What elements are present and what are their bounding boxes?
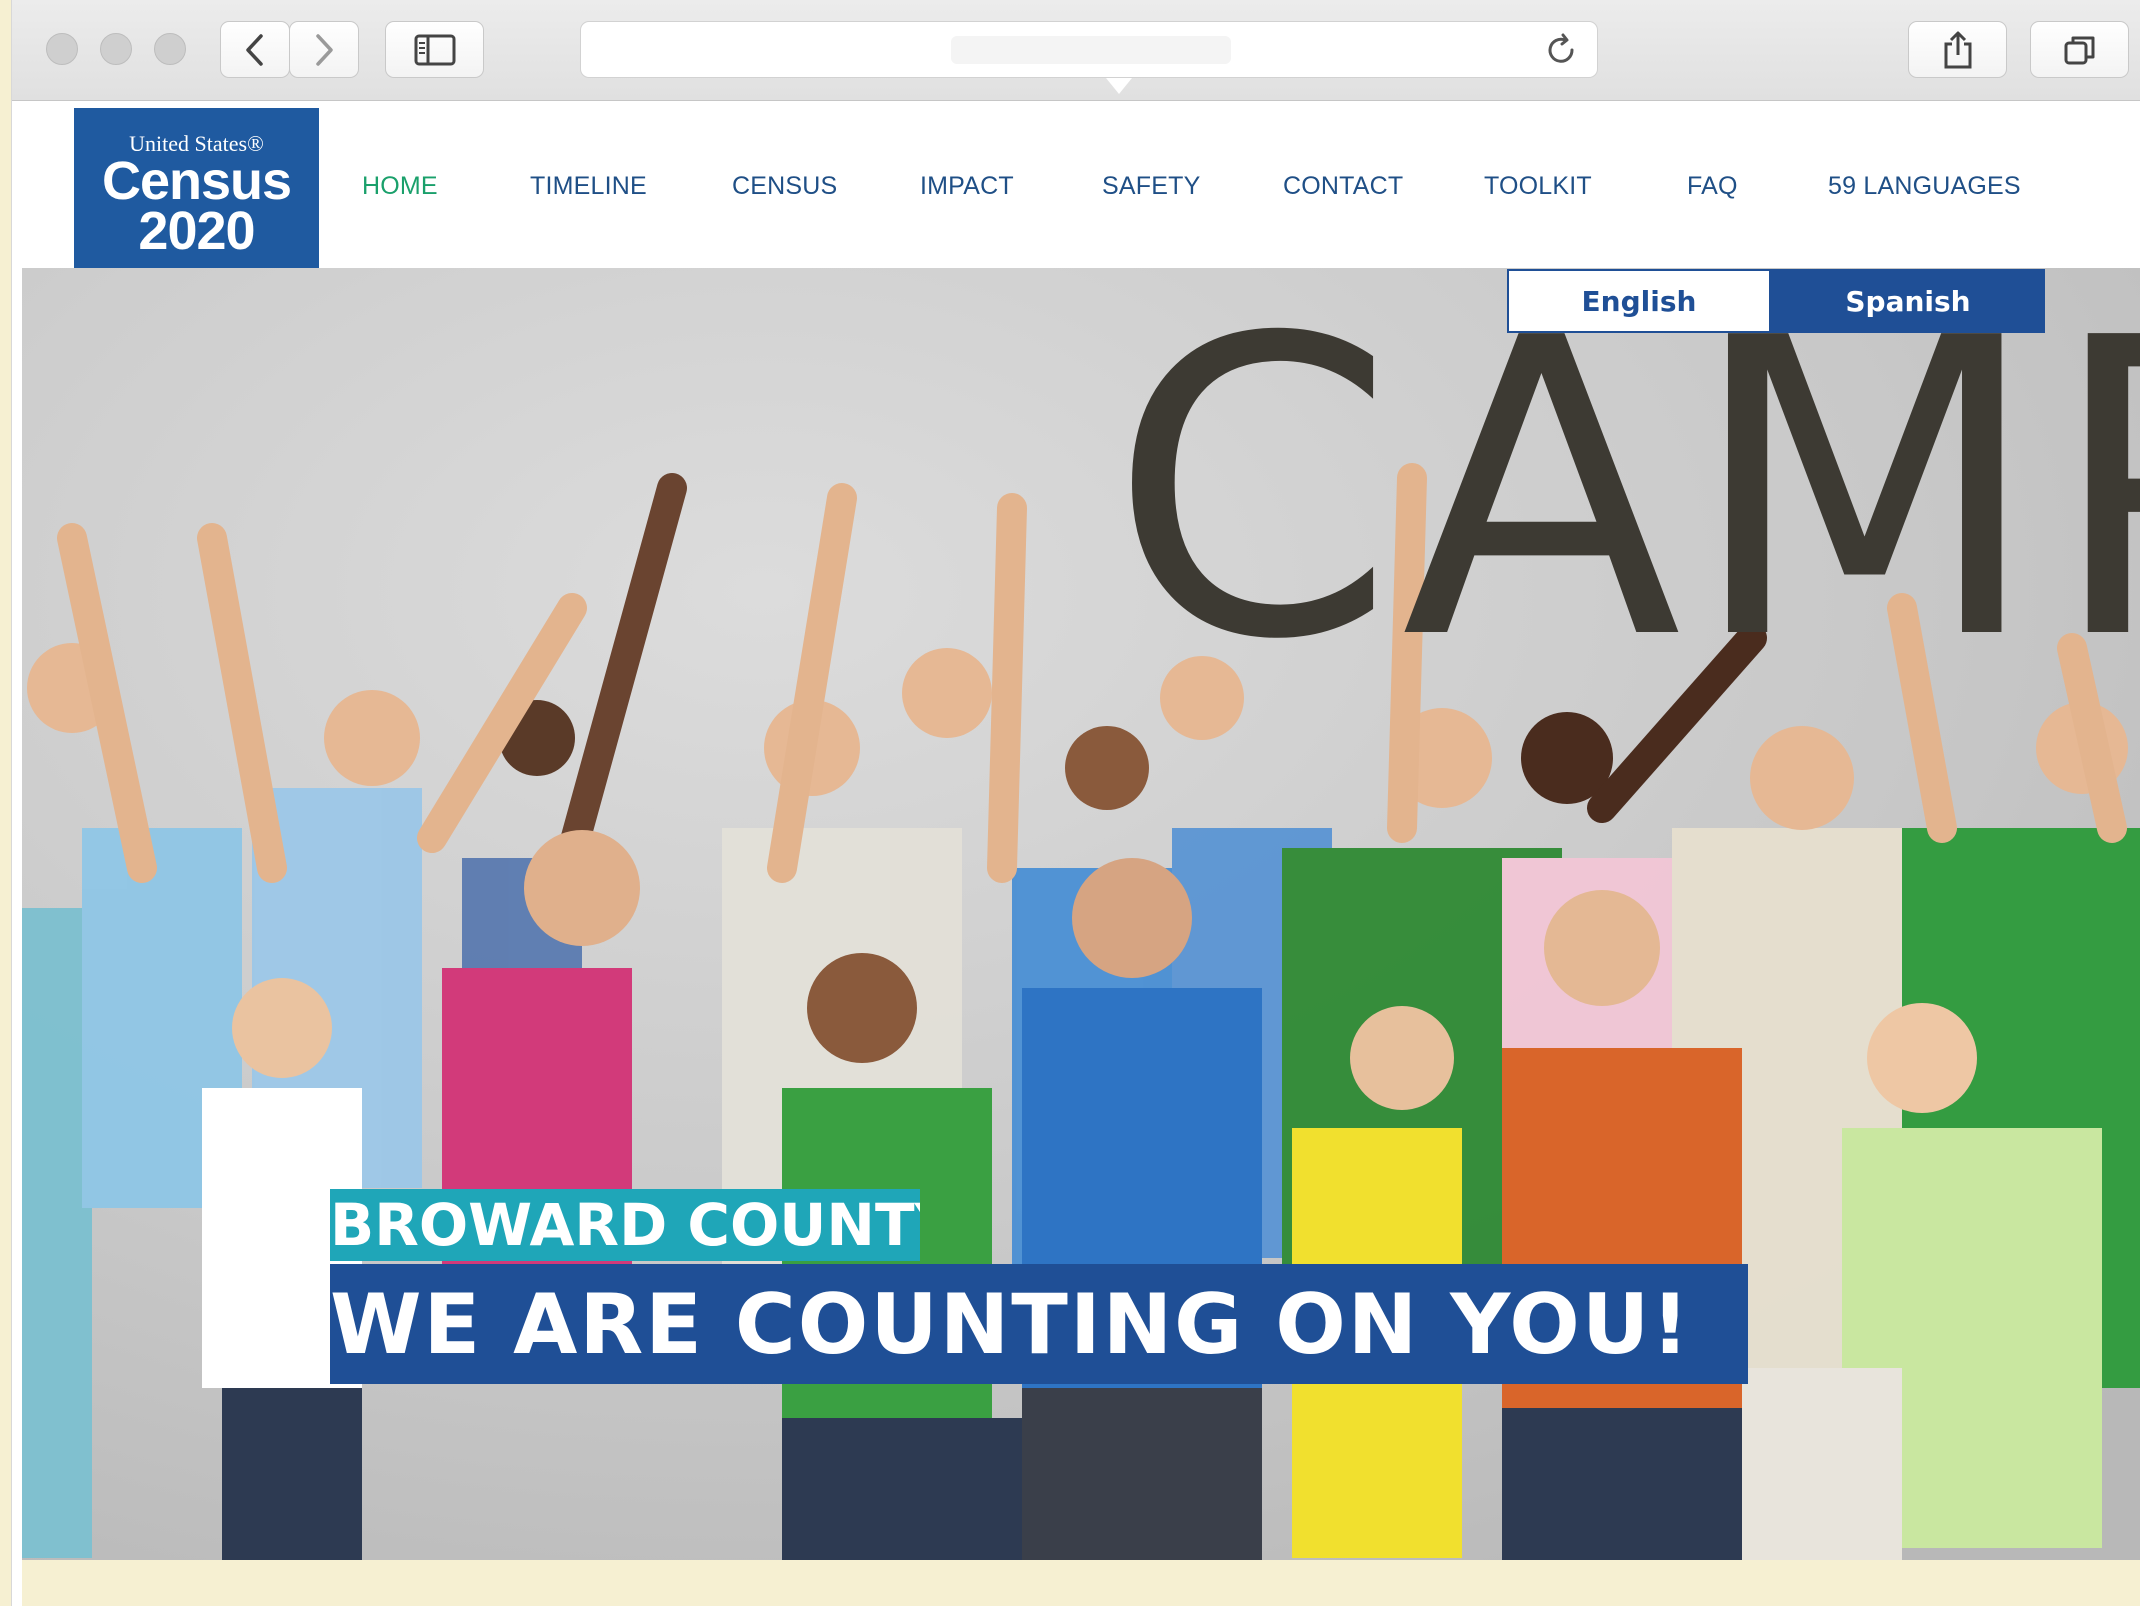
hero-big-heading: CAMP (1109, 251, 2140, 729)
url-text (951, 36, 1231, 64)
nav-impact[interactable]: IMPACT (920, 172, 1014, 201)
nav-safety[interactable]: SAFETY (1102, 172, 1200, 201)
nav-home[interactable]: HOME (362, 172, 438, 201)
census-2020-logo[interactable]: United States® Census 2020 (74, 108, 319, 269)
nav-timeline[interactable]: TIMELINE (530, 172, 647, 201)
minimize-window-button[interactable] (100, 33, 132, 65)
address-bar[interactable] (580, 21, 1598, 78)
back-button[interactable] (220, 21, 290, 78)
tabs-overview-button[interactable] (2030, 21, 2129, 78)
nav-faq[interactable]: FAQ (1687, 172, 1738, 201)
share-icon (1944, 31, 1971, 68)
language-english-button[interactable]: English (1507, 269, 1771, 333)
hero-county-label: BROWARD COUNTY (330, 1189, 920, 1261)
logo-line-year: 2020 (138, 201, 255, 261)
tabs-icon (2064, 36, 2094, 64)
nav-census[interactable]: CENSUS (732, 172, 837, 201)
reload-icon[interactable] (1543, 32, 1579, 68)
logo-line-census: Census (101, 151, 292, 211)
nav-59-languages[interactable]: 59 LANGUAGES (1828, 172, 2021, 201)
share-button[interactable] (1908, 21, 2007, 78)
browser-toolbar (12, 0, 2140, 101)
sidebar-icon (414, 34, 455, 65)
site-header (12, 101, 2140, 268)
forward-button[interactable] (289, 21, 359, 78)
sidebar-toggle-button[interactable] (385, 21, 484, 78)
chevron-left-icon (246, 33, 263, 66)
browser-window: United States® Census 2020 HOME TIMELINE… (11, 0, 2140, 1606)
hero-tagline: WE ARE COUNTING ON YOU! (330, 1264, 1748, 1384)
close-window-button[interactable] (46, 33, 78, 65)
language-spanish-button[interactable]: Spanish (1771, 269, 2045, 333)
nav-contact[interactable]: CONTACT (1283, 172, 1403, 201)
url-dropdown-caret (1106, 78, 1132, 94)
zoom-window-button[interactable] (154, 33, 186, 65)
page-bottom-strip (22, 1560, 2140, 1606)
nav-toolkit[interactable]: TOOLKIT (1484, 172, 1592, 201)
chevron-right-icon (316, 33, 333, 66)
